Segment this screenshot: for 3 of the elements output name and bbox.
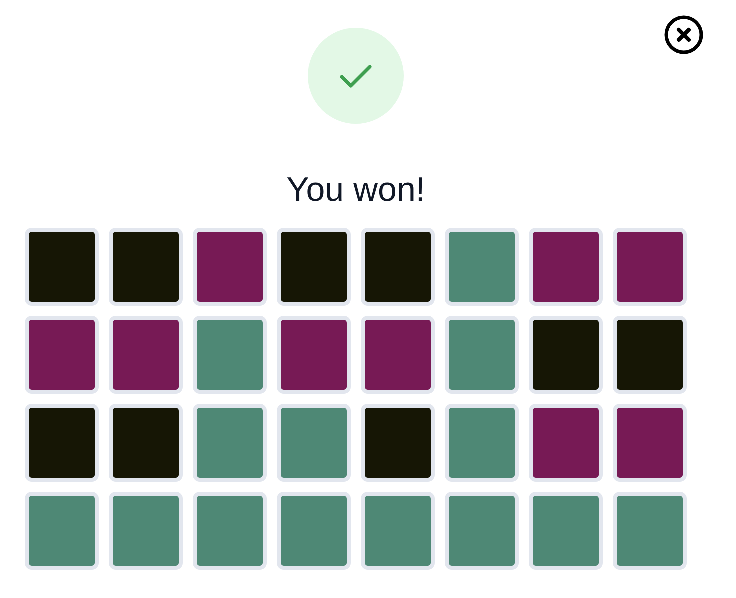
- close-button[interactable]: [664, 15, 704, 55]
- close-icon: [664, 15, 704, 55]
- result-title: You won!: [286, 170, 426, 210]
